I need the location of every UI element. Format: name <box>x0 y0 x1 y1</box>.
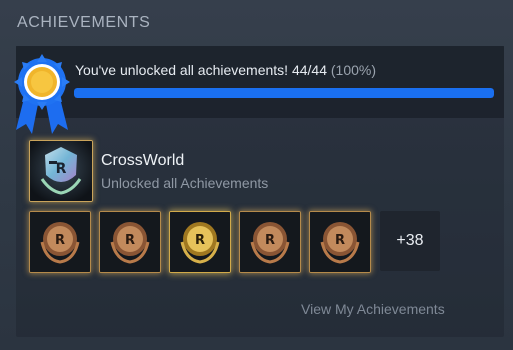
progress-label: You've unlocked all achievements! 44/44 <box>75 62 327 78</box>
game-title: CrossWorld <box>101 152 185 169</box>
award-ribbon-icon <box>10 50 74 136</box>
achievement-badge-1[interactable]: R <box>29 211 91 273</box>
bronze-laurel-badge-icon: R <box>30 212 90 272</box>
svg-text:R: R <box>265 233 275 248</box>
achievement-badge-5[interactable]: R <box>309 211 371 273</box>
svg-text:R: R <box>55 233 65 248</box>
progress-percent: (100%) <box>330 62 377 78</box>
svg-text:R: R <box>195 233 205 248</box>
bronze-laurel-badge-icon: R <box>100 212 160 272</box>
bronze-laurel-badge-icon: R <box>310 212 370 272</box>
achievement-badge-4[interactable]: R <box>239 211 301 273</box>
svg-text:R: R <box>56 161 67 177</box>
section-title: ACHIEVEMENTS <box>17 14 151 31</box>
progress-bar <box>74 88 494 98</box>
game-subtitle: Unlocked all Achievements <box>101 175 269 191</box>
svg-text:R: R <box>335 233 345 248</box>
crossworld-logo-icon[interactable]: R <box>29 140 93 202</box>
gold-laurel-badge-icon: R <box>170 212 230 272</box>
bronze-laurel-badge-icon: R <box>240 212 300 272</box>
more-achievements-button[interactable]: +38 <box>380 211 440 271</box>
achievement-badge-3[interactable]: R <box>169 211 231 273</box>
svg-text:R: R <box>125 233 135 248</box>
view-my-achievements-link[interactable]: View My Achievements <box>301 301 445 317</box>
progress-summary: You've unlocked all achievements! 44/44 … <box>75 62 376 78</box>
progress-row[interactable] <box>16 46 504 118</box>
achievement-badge-2[interactable]: R <box>99 211 161 273</box>
progress-bar-fill <box>74 88 494 98</box>
